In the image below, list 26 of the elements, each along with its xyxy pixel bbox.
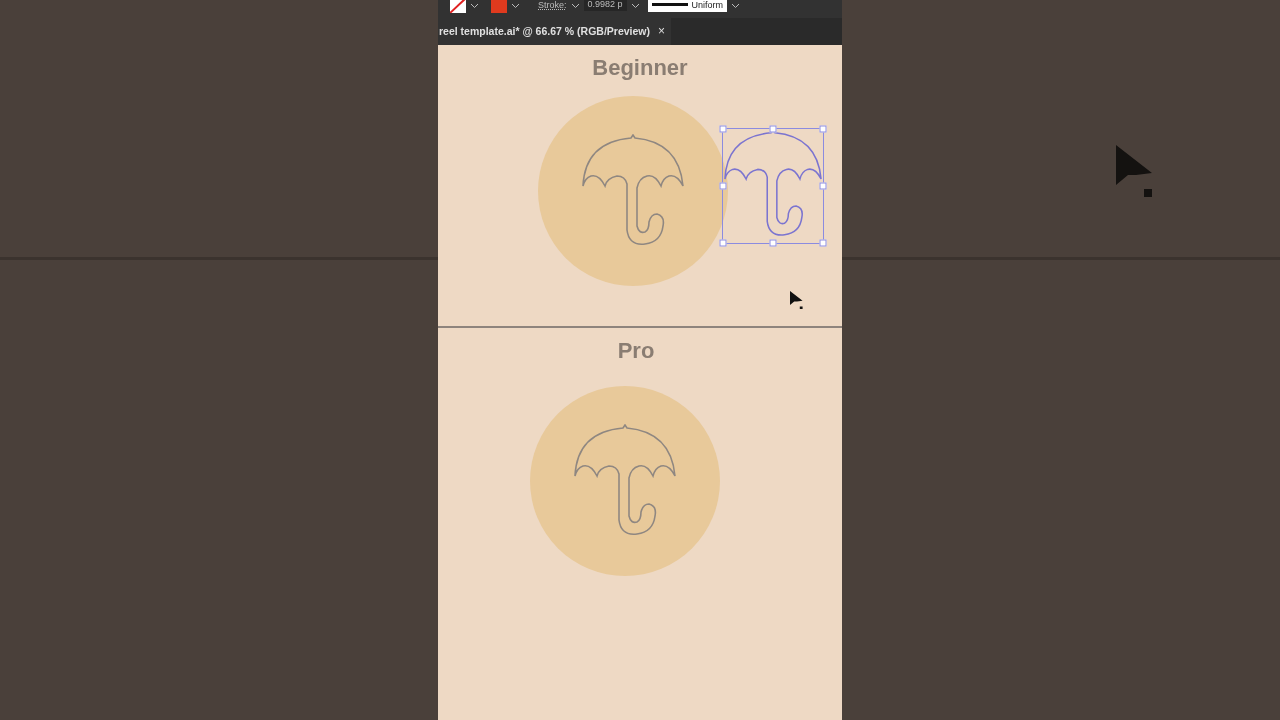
resize-handle[interactable] <box>819 239 827 247</box>
resize-handle[interactable] <box>719 182 727 190</box>
section-title: Pro <box>617 338 655 365</box>
resize-handle[interactable] <box>819 182 827 190</box>
document-tab[interactable]: reel template.ai* @ 66.67 % (RGB/Preview) × <box>438 17 671 45</box>
caret-icon[interactable] <box>511 2 520 9</box>
resize-handle[interactable] <box>819 125 827 133</box>
selection-box[interactable] <box>722 127 824 244</box>
caret-icon[interactable] <box>630 2 640 9</box>
stroke-swatch[interactable] <box>491 0 507 13</box>
umbrella-icon <box>581 133 685 248</box>
resize-handle[interactable] <box>719 125 727 133</box>
caret-icon[interactable] <box>470 2 479 9</box>
fill-swatch[interactable] <box>450 0 466 13</box>
profile-dropdown[interactable]: Uniform <box>647 0 728 12</box>
stroke-line-icon <box>651 3 688 7</box>
caret-icon[interactable] <box>731 2 741 9</box>
resize-handle[interactable] <box>769 239 777 247</box>
resize-handle[interactable] <box>769 125 777 133</box>
stroke-label: Stroke: <box>538 0 567 10</box>
resize-handle[interactable] <box>719 239 727 247</box>
cursor-icon <box>790 291 804 310</box>
close-button[interactable]: × <box>658 24 665 39</box>
stroke-weight-field[interactable]: 0.9982 p <box>583 0 627 11</box>
caret-icon[interactable] <box>570 2 580 9</box>
section-title: Beginner <box>592 54 688 81</box>
